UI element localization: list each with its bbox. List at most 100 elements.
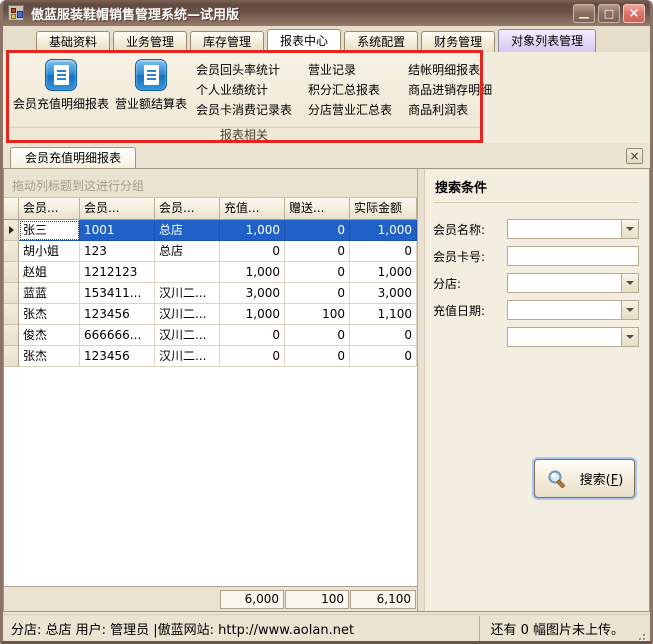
tab-object-list-management[interactable]: 对象列表管理 xyxy=(498,29,596,52)
column-header-recharge[interactable]: 充值... xyxy=(220,198,285,220)
row-selector[interactable] xyxy=(4,304,19,325)
ribbon-link-points-summary[interactable]: 积分汇总报表 xyxy=(308,83,392,97)
cell-store[interactable] xyxy=(155,262,220,283)
row-selector[interactable] xyxy=(4,346,19,367)
cell-actual-amount[interactable]: 1,000 xyxy=(350,262,417,283)
tab-finance-management[interactable]: 财务管理 xyxy=(421,31,495,52)
cell-gift[interactable]: 0 xyxy=(285,262,350,283)
cell-member-name[interactable]: 俊杰 xyxy=(19,325,80,346)
maximize-button[interactable]: □ xyxy=(598,4,620,23)
cell-actual-amount[interactable]: 1,100 xyxy=(350,304,417,325)
column-header-actual-amount[interactable]: 实际金额 xyxy=(350,198,417,220)
table-row[interactable]: 张杰 123456 汉川二... 0 0 0 xyxy=(4,346,417,367)
row-selector[interactable] xyxy=(4,241,19,262)
tab-inventory-management[interactable]: 库存管理 xyxy=(190,31,264,52)
resize-grip[interactable] xyxy=(634,629,646,641)
ribbon-link-product-inventory-detail[interactable]: 商品进销存明细 xyxy=(408,83,492,97)
column-header-member-store[interactable]: 会员... xyxy=(155,198,220,220)
cell-member-name[interactable]: 张杰 xyxy=(19,304,80,325)
ribbon-link-product-profit[interactable]: 商品利润表 xyxy=(408,103,492,117)
cell-store[interactable]: 汉川二... xyxy=(155,325,220,346)
table-row[interactable]: 张三 1001 总店 1,000 0 1,000 xyxy=(4,220,417,241)
tab-business-management[interactable]: 业务管理 xyxy=(113,31,187,52)
cell-actual-amount[interactable]: 3,000 xyxy=(350,283,417,304)
cell-member-name[interactable]: 张杰 xyxy=(19,346,80,367)
row-selector[interactable] xyxy=(4,283,19,304)
cell-member-card[interactable]: 123456 xyxy=(80,304,155,325)
cell-store[interactable]: 汉川二... xyxy=(155,304,220,325)
minimize-icon: — xyxy=(579,11,590,24)
cell-gift[interactable]: 0 xyxy=(285,346,350,367)
dropdown-button[interactable] xyxy=(621,274,638,292)
row-selector[interactable] xyxy=(4,220,19,241)
tab-system-config[interactable]: 系统配置 xyxy=(344,31,418,52)
search-icon xyxy=(546,468,568,490)
cell-recharge[interactable]: 0 xyxy=(220,346,285,367)
cell-recharge[interactable]: 1,000 xyxy=(220,220,285,241)
doc-tab-close-button[interactable]: × xyxy=(626,148,643,164)
column-header-member-name[interactable]: 会员... xyxy=(19,198,80,220)
cell-gift[interactable]: 0 xyxy=(285,241,350,262)
cell-member-card[interactable]: 153411... xyxy=(80,283,155,304)
cell-actual-amount[interactable]: 0 xyxy=(350,241,417,262)
cell-member-name[interactable]: 赵姐 xyxy=(19,262,80,283)
member-name-combo[interactable] xyxy=(507,219,639,239)
recharge-date-from-combo[interactable] xyxy=(507,300,639,320)
dropdown-button[interactable] xyxy=(621,301,638,319)
cell-store[interactable]: 汉川二... xyxy=(155,346,220,367)
dropdown-button[interactable] xyxy=(621,220,638,238)
cell-member-card[interactable]: 1001 xyxy=(80,220,155,241)
row-selector[interactable] xyxy=(4,262,19,283)
cell-store[interactable]: 总店 xyxy=(155,241,220,262)
cell-recharge[interactable]: 1,000 xyxy=(220,304,285,325)
branch-combo[interactable] xyxy=(507,273,639,293)
close-button[interactable]: × xyxy=(623,4,645,23)
cell-member-card[interactable]: 666666... xyxy=(80,325,155,346)
cell-actual-amount[interactable]: 1,000 xyxy=(350,220,417,241)
ribbon-link-settlement-detail[interactable]: 结帐明细报表 xyxy=(408,63,492,77)
column-header-gift[interactable]: 赠送... xyxy=(285,198,350,220)
recharge-date-to-combo[interactable] xyxy=(507,327,639,347)
column-header-member-card[interactable]: 会员... xyxy=(80,198,155,220)
cell-actual-amount[interactable]: 0 xyxy=(350,346,417,367)
row-selector[interactable] xyxy=(4,325,19,346)
cell-store[interactable]: 总店 xyxy=(155,220,220,241)
ribbon-link-business-records[interactable]: 营业记录 xyxy=(308,63,392,77)
ribbon-button-revenue-settlement[interactable]: 营业额结算表 xyxy=(112,55,190,127)
member-card-input[interactable] xyxy=(507,246,639,266)
cell-recharge[interactable]: 1,000 xyxy=(220,262,285,283)
cell-recharge[interactable]: 0 xyxy=(220,325,285,346)
ribbon-link-member-card-consumption[interactable]: 会员卡消费记录表 xyxy=(196,103,292,117)
cell-member-name[interactable]: 胡小姐 xyxy=(19,241,80,262)
cell-member-name[interactable]: 蓝蓝 xyxy=(19,283,80,304)
cell-gift[interactable]: 0 xyxy=(285,283,350,304)
cell-store[interactable]: 汉川二... xyxy=(155,283,220,304)
search-button[interactable]: 搜索(F) xyxy=(534,459,635,498)
cell-recharge[interactable]: 3,000 xyxy=(220,283,285,304)
cell-member-card[interactable]: 123 xyxy=(80,241,155,262)
cell-member-name[interactable]: 张三 xyxy=(19,220,80,241)
table-row[interactable]: 张杰 123456 汉川二... 1,000 100 1,100 xyxy=(4,304,417,325)
cell-actual-amount[interactable]: 0 xyxy=(350,325,417,346)
cell-gift[interactable]: 0 xyxy=(285,220,350,241)
title-bar[interactable]: 傲蓝服装鞋帽销售管理系统—试用版 — □ × xyxy=(3,0,650,26)
doc-tab-member-recharge-report[interactable]: 会员充值明细报表 xyxy=(10,147,136,168)
tab-basic-data[interactable]: 基础资料 xyxy=(36,31,110,52)
cell-gift[interactable]: 100 xyxy=(285,304,350,325)
table-row[interactable]: 赵姐 1212123 1,000 0 1,000 xyxy=(4,262,417,283)
table-row[interactable]: 胡小姐 123 总店 0 0 0 xyxy=(4,241,417,262)
cell-member-card[interactable]: 1212123 xyxy=(80,262,155,283)
minimize-button[interactable]: — xyxy=(573,4,595,23)
ribbon-link-member-return-rate[interactable]: 会员回头率统计 xyxy=(196,63,292,77)
ribbon-button-member-recharge-report[interactable]: 会员充值明细报表 xyxy=(10,55,112,127)
table-row[interactable]: 蓝蓝 153411... 汉川二... 3,000 0 3,000 xyxy=(4,283,417,304)
cell-recharge[interactable]: 0 xyxy=(220,241,285,262)
cell-gift[interactable]: 0 xyxy=(285,325,350,346)
tab-report-center[interactable]: 报表中心 xyxy=(267,29,341,52)
dropdown-button[interactable] xyxy=(621,328,638,346)
ribbon-link-personal-performance[interactable]: 个人业绩统计 xyxy=(196,83,292,97)
table-row[interactable]: 俊杰 666666... 汉川二... 0 0 0 xyxy=(4,325,417,346)
group-by-panel[interactable]: 拖动列标题到这进行分组 xyxy=(4,169,417,198)
ribbon-link-branch-business-summary[interactable]: 分店营业汇总表 xyxy=(308,103,392,117)
cell-member-card[interactable]: 123456 xyxy=(80,346,155,367)
